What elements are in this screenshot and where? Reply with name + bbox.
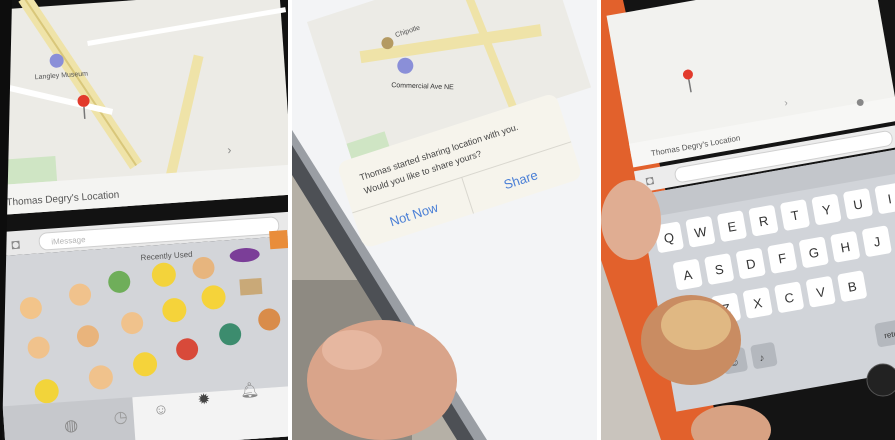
globe-icon[interactable]: ◍ — [64, 417, 79, 435]
panel-share-location-photo: Chipotle Commercial Ave NE Thomas starte… — [292, 0, 597, 440]
flower-category-icon[interactable]: ✹ — [197, 391, 211, 409]
recent-clock-icon[interactable]: ◷ — [113, 409, 128, 427]
panel-emoji-keyboard-photo: Langley Museum Thomas Degry's Location ›… — [0, 0, 288, 440]
smiley-category-icon[interactable]: ☺ — [153, 401, 169, 419]
home-button[interactable] — [866, 363, 895, 397]
bell-category-icon[interactable]: 🔔︎ — [240, 381, 260, 399]
panel-1-scene: Langley Museum Thomas Degry's Location ›… — [0, 0, 288, 440]
emoji-key[interactable] — [239, 277, 263, 296]
panel-3-scene: Thomas Degry's Location › ● ◘ Q W E R T Y U IA S… — [601, 0, 895, 440]
panel-qwerty-keyboard-photo: Thomas Degry's Location › ● ◘ QWERTYUIAS… — [601, 0, 895, 440]
photo-collage: Langley Museum Thomas Degry's Location ›… — [0, 0, 895, 440]
emoji-key[interactable] — [269, 230, 288, 250]
finger — [601, 180, 661, 260]
panel-2-scene: Chipotle Commercial Ave NE Thomas starte… — [292, 0, 597, 440]
camera-icon[interactable]: ◘ — [11, 236, 21, 253]
